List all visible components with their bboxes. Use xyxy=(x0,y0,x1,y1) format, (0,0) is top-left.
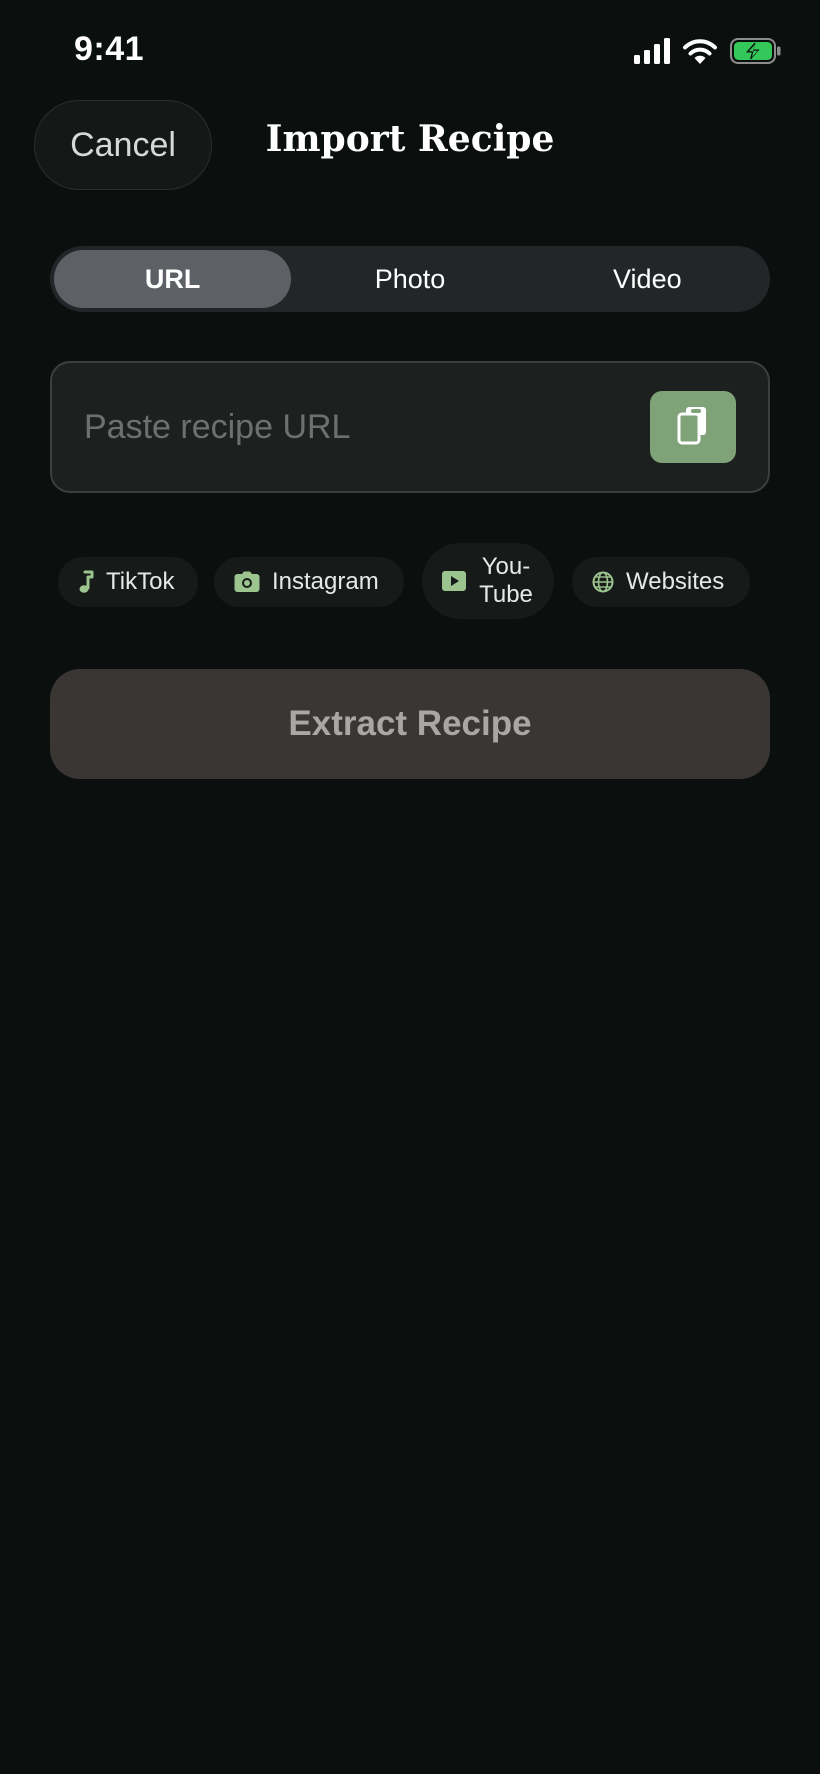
page-title: Import Recipe xyxy=(265,118,555,160)
play-icon xyxy=(442,571,466,591)
paste-button[interactable] xyxy=(650,391,736,463)
source-chip-label: Instagram xyxy=(272,568,379,595)
globe-icon xyxy=(592,571,614,593)
source-chip-instagram: Instagram xyxy=(214,557,404,607)
cellular-signal-icon xyxy=(634,38,670,64)
status-bar: 9:41 xyxy=(0,0,820,100)
battery-charging-icon xyxy=(730,38,782,64)
source-chip-youtube: You-Tube xyxy=(422,543,554,619)
status-icons xyxy=(634,38,782,64)
camera-icon xyxy=(234,571,260,593)
wifi-icon xyxy=(682,38,718,64)
music-note-icon xyxy=(78,570,94,594)
cancel-button[interactable]: Cancel xyxy=(34,100,212,190)
segment-url[interactable]: URL xyxy=(54,250,292,308)
clipboard-paste-icon xyxy=(676,405,710,450)
status-time: 9:41 xyxy=(74,30,145,68)
extract-recipe-button[interactable]: Extract Recipe xyxy=(50,669,770,779)
import-source-segmented-control: URL Photo Video xyxy=(50,246,770,312)
source-chip-websites: Websites xyxy=(572,557,750,607)
url-field xyxy=(50,361,770,493)
source-chip-label: You-Tube xyxy=(479,553,533,608)
segment-photo[interactable]: Photo xyxy=(291,250,528,308)
supported-sources: TikTok Instagram You-Tube Websites xyxy=(58,543,770,621)
recipe-url-input[interactable] xyxy=(84,397,644,457)
source-chip-label: Websites xyxy=(626,568,725,595)
segment-video[interactable]: Video xyxy=(529,250,766,308)
source-chip-tiktok: TikTok xyxy=(58,557,198,607)
source-chip-label: TikTok xyxy=(106,568,175,595)
